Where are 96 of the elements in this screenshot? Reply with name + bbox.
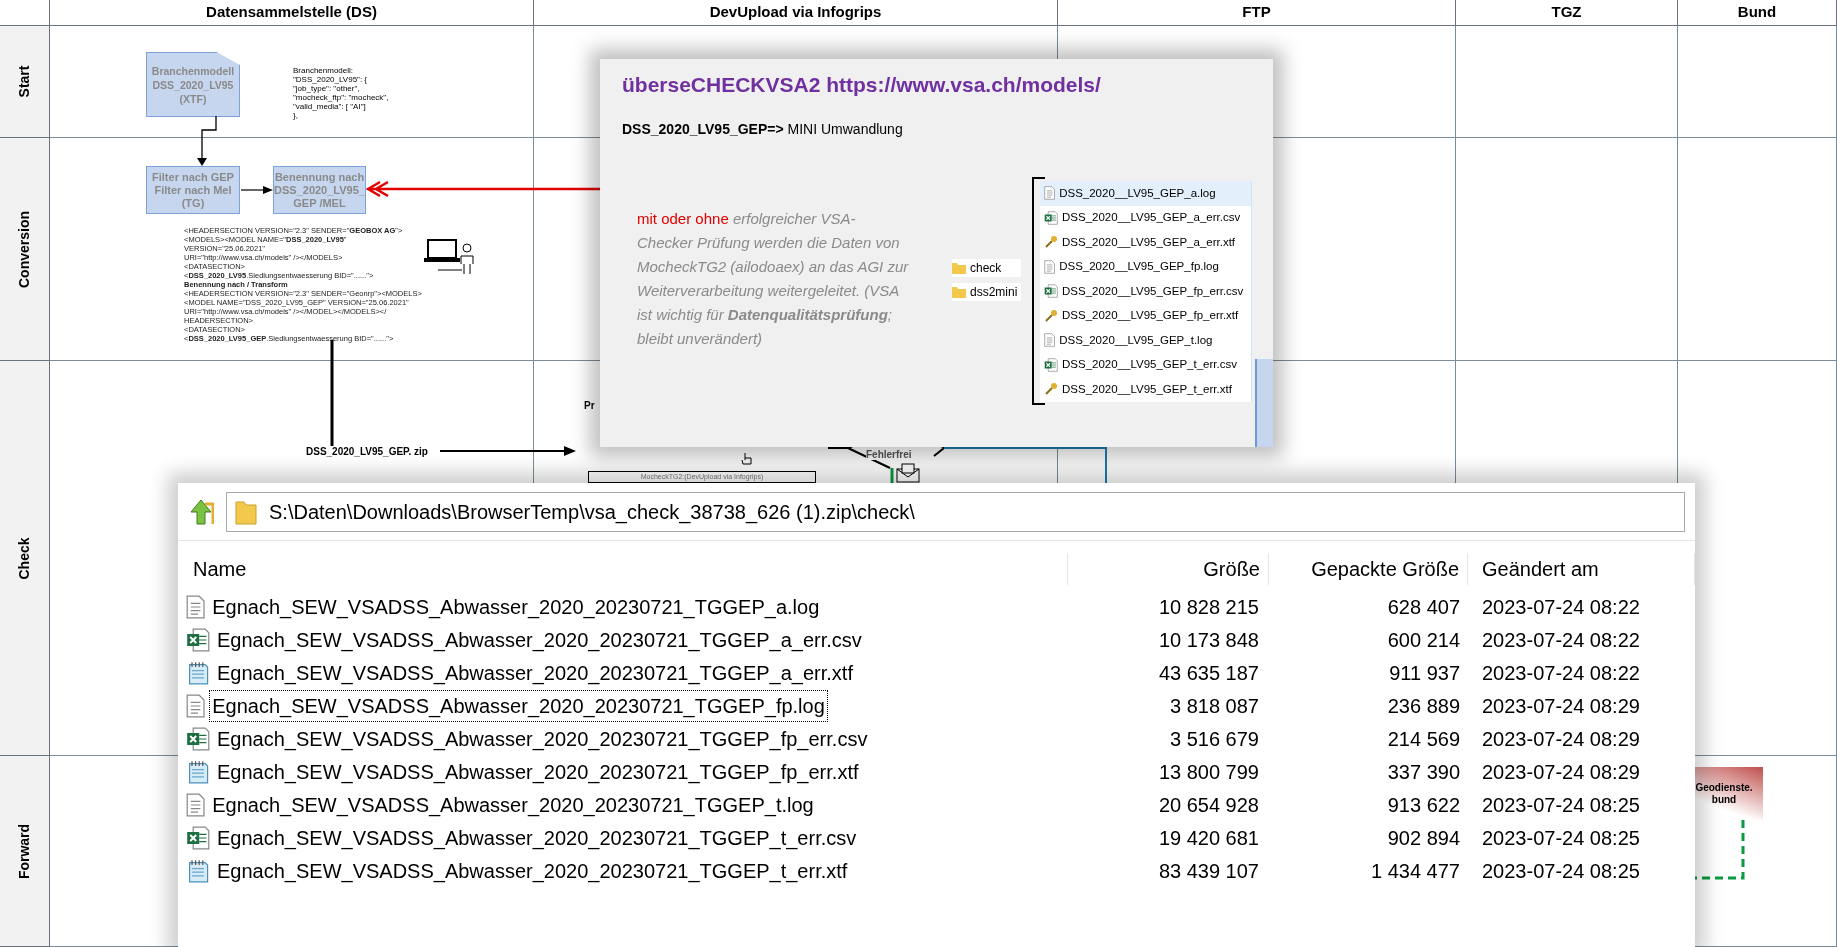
- config-text: Branchenmodell: "DSS_2020_LV95": { "job_type": "other", "mocheck_ftp": "mocheck", "valid_media": [ "AI"] },: [293, 66, 389, 120]
- table-cell-text: 3 516 679: [1169, 726, 1260, 752]
- table-cell-text: 2023-07-24 08:29: [1481, 726, 1641, 752]
- column-header[interactable]: Geändert am: [1468, 553, 1695, 585]
- table-cell-text: 902 894: [1386, 825, 1461, 851]
- text-file-icon: [186, 594, 206, 619]
- file-item[interactable]: DSS_2020__LV95_GEP_fp.log: [1040, 254, 1251, 279]
- table-cell-text: 3 818 087: [1169, 693, 1260, 719]
- file-item[interactable]: DSS_2020__LV95_GEP_a.log: [1040, 181, 1251, 206]
- table-cell-text: 83 439 107: [1157, 858, 1260, 884]
- file-name[interactable]: Egnach_SEW_VSADSS_Abwasser_2020_20230721_TGGEP_a_err.xtf: [214, 656, 856, 689]
- file-item[interactable]: DSS_2020__LV95_GEP_a_err.csv: [1040, 205, 1251, 230]
- file-name[interactable]: Egnach_SEW_VSADSS_Abwasser_2020_20230721_TGGEP_a.log: [209, 590, 823, 623]
- column-header: Bund: [1678, 0, 1837, 26]
- process-title: Pr: [584, 399, 595, 413]
- hand-cursor-icon: [741, 452, 753, 466]
- row-header: Forward: [15, 823, 33, 879]
- tool-file-icon: [1044, 382, 1058, 397]
- table-cell-text: 214 569: [1386, 726, 1461, 752]
- column-header[interactable]: Gepackte Größe: [1269, 553, 1468, 585]
- naming-node: Benennung nach DSS_2020_LV95_ GEP /MEL: [273, 166, 366, 214]
- column-header[interactable]: Größe: [1068, 553, 1269, 585]
- table-cell-text: 2023-07-24 08:25: [1481, 858, 1641, 884]
- file-name[interactable]: Egnach_SEW_VSADSS_Abwasser_2020_20230721_TGGEP_t_err.xtf: [214, 854, 851, 887]
- column-header: Datensammelstelle (DS): [50, 0, 534, 26]
- table-cell-text: 1 434 477: [1370, 858, 1461, 884]
- tool-file-icon: [1044, 308, 1058, 323]
- laptop-user-icon: [424, 238, 476, 274]
- decision-label: Fehlerfrei: [866, 449, 912, 460]
- file-name[interactable]: Egnach_SEW_VSADSS_Abwasser_2020_20230721_TGGEP_a_err.csv: [214, 623, 865, 656]
- spreadsheet-file-icon: [1044, 210, 1058, 225]
- table-cell-text: 2023-07-24 08:25: [1481, 792, 1641, 818]
- file-item[interactable]: DSS_2020__LV95_GEP_t_err.xtf: [1040, 377, 1251, 402]
- file-item[interactable]: DSS_2020__LV95_GEP_fp_err.csv: [1040, 279, 1251, 304]
- file-name[interactable]: Egnach_SEW_VSADSS_Abwasser_2020_20230721_TGGEP_t.log: [209, 788, 817, 821]
- zip-label: DSS_2020_LV95_GEP. zip: [306, 445, 428, 459]
- file-item[interactable]: DSS_2020__LV95_GEP_a_err.xtf: [1040, 230, 1251, 255]
- spreadsheet-file-icon: [186, 726, 210, 751]
- column-header[interactable]: Name: [178, 553, 1068, 585]
- table-cell-text: 43 635 187: [1157, 660, 1260, 686]
- table-cell-text: 911 937: [1388, 660, 1461, 686]
- table-cell-text: 337 390: [1386, 759, 1461, 785]
- spreadsheet-file-icon: [1044, 284, 1058, 299]
- address-bar[interactable]: S:\Daten\Downloads\BrowserTemp\vsa_check_38738_626 (1).zip\check\: [226, 491, 1685, 532]
- table-cell-text: 2023-07-24 08:22: [1481, 627, 1641, 653]
- table-cell-text: 628 407: [1386, 594, 1461, 620]
- row-header: Start: [15, 65, 33, 98]
- table-cell-text: 2023-07-24 08:29: [1481, 693, 1641, 719]
- table-cell-text: 13 800 799: [1157, 759, 1260, 785]
- column-header: FTP: [1058, 0, 1456, 26]
- notepad-file-icon: [186, 759, 210, 784]
- text-file-icon: [186, 792, 206, 817]
- popup-note: mit oder ohne erfolgreicher VSA-Checker Prüfung werden die Daten von MocheckTG2 (ailodoaex) an das AGI zur Weiterverarbeitung weitergeleitet. (VSA ist wichtig für Datenqualitätsprüfung; bleibt unverändert): [637, 209, 909, 349]
- table-cell-text: 10 173 848: [1157, 627, 1260, 653]
- column-header: TGZ: [1456, 0, 1678, 26]
- popup-title: überseCHECKVSA2 https://www.vsa.ch/models/: [622, 72, 1101, 98]
- file-name[interactable]: Egnach_SEW_VSADSS_Abwasser_2020_20230721_TGGEP_fp.log: [209, 689, 828, 722]
- spreadsheet-file-icon: [186, 627, 210, 652]
- text-file-icon: [186, 693, 206, 718]
- folder-icon: [952, 286, 966, 298]
- dashed-connector: [1695, 820, 1747, 882]
- file-name[interactable]: Egnach_SEW_VSADSS_Abwasser_2020_20230721_TGGEP_fp_err.xtf: [214, 755, 862, 788]
- notepad-file-icon: [186, 858, 210, 883]
- tool-file-icon: [1044, 235, 1058, 250]
- file-item[interactable]: DSS_2020__LV95_GEP_fp_err.xtf: [1040, 303, 1251, 328]
- popup-subtitle: DSS_2020_LV95_GEP=> MINI Umwandlung: [622, 120, 903, 139]
- table-cell-text: 600 214: [1386, 627, 1461, 653]
- table-cell-text: 10 828 215: [1157, 594, 1260, 620]
- column-header: DevUpload via Infogrips: [534, 0, 1058, 26]
- file-name[interactable]: Egnach_SEW_VSADSS_Abwasser_2020_20230721_TGGEP_t_err.csv: [214, 821, 860, 854]
- folder-icon: [952, 262, 966, 274]
- table-cell-text: 2023-07-24 08:22: [1481, 660, 1641, 686]
- document-node: Branchenmodell DSS_2020_LV95 (XTF): [146, 52, 240, 117]
- text-file-icon: [1044, 333, 1056, 348]
- table-cell-text: 20 654 928: [1157, 792, 1260, 818]
- up-arrow-icon[interactable]: [188, 497, 214, 526]
- table-cell-text: 2023-07-24 08:25: [1481, 825, 1641, 851]
- notepad-file-icon: [186, 660, 210, 685]
- folder-icon: [235, 498, 257, 525]
- table-cell-text: 913 622: [1386, 792, 1461, 818]
- connector-arrow: [196, 116, 220, 168]
- table-cell-text: 2023-07-24 08:22: [1481, 594, 1641, 620]
- table-cell-text: 19 420 681: [1157, 825, 1260, 851]
- text-file-icon: [1044, 259, 1056, 274]
- file-item[interactable]: DSS_2020__LV95_GEP_t_err.csv: [1040, 352, 1251, 377]
- connector-arrow: [241, 185, 273, 195]
- spreadsheet-file-icon: [186, 825, 210, 850]
- spreadsheet-file-icon: [1044, 357, 1058, 372]
- table-cell-text: 236 889: [1386, 693, 1461, 719]
- file-item[interactable]: DSS_2020__LV95_GEP_t.log: [1040, 328, 1251, 353]
- table-cell-text: 2023-07-24 08:29: [1481, 759, 1641, 785]
- file-name[interactable]: Egnach_SEW_VSADSS_Abwasser_2020_20230721_TGGEP_fp_err.csv: [214, 722, 871, 755]
- filter-node: Filter nach GEP Filter nach Mel (TG): [146, 166, 240, 214]
- text-file-icon: [1044, 186, 1056, 201]
- row-header: Check: [15, 537, 33, 579]
- row-header: Conversion: [15, 210, 33, 288]
